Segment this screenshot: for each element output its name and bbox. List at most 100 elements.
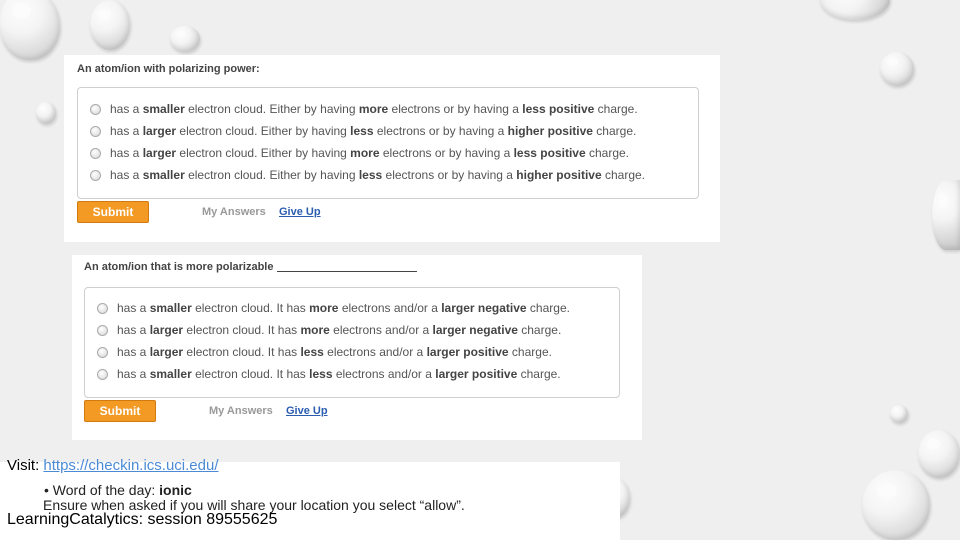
radio-button[interactable] [90, 147, 101, 159]
option-text: has a [117, 345, 150, 359]
radio-button[interactable] [90, 103, 101, 115]
question-2-give-up-link[interactable]: Give Up [286, 405, 328, 417]
question-2-panel: An atom/ion that is more polarizable has… [72, 255, 642, 440]
question-1-give-up-link[interactable]: Give Up [279, 206, 321, 218]
option-text: charge. [594, 102, 638, 116]
option-label: has a larger electron cloud. It has more… [117, 323, 561, 337]
water-drop-icon [880, 52, 914, 86]
option-text: electron cloud. It has [183, 323, 301, 337]
option-text: has a [110, 102, 143, 116]
radio-button[interactable] [97, 368, 108, 380]
option-label: has a smaller electron cloud. It has les… [117, 367, 561, 381]
option-emphasis: larger [149, 323, 184, 337]
option-text: has a [117, 323, 150, 337]
question-2-option-4[interactable]: has a smaller electron cloud. It has les… [97, 366, 561, 382]
option-text: electron cloud. Either by having [176, 124, 351, 138]
option-emphasis: more [309, 301, 339, 315]
option-text: has a [110, 168, 143, 182]
question-1-submit-button[interactable]: Submit [77, 201, 149, 223]
option-text: has a [110, 146, 143, 160]
water-drop-icon [932, 180, 960, 250]
question-1-option-4[interactable]: has a smaller electron cloud. Either by … [90, 167, 645, 183]
question-1-panel: An atom/ion with polarizing power: has a… [64, 55, 720, 242]
water-drop-icon [918, 430, 960, 478]
option-emphasis: less positive [522, 102, 595, 116]
option-emphasis: larger negative [432, 323, 518, 337]
option-text: electron cloud. Either by having [176, 146, 351, 160]
water-drop-icon [862, 470, 930, 540]
checkin-link[interactable]: https://checkin.ics.uci.edu/ [43, 457, 218, 474]
visit-line: Visit: https://checkin.ics.uci.edu/ [7, 457, 219, 474]
option-label: has a larger electron cloud. Either by h… [110, 124, 636, 138]
option-emphasis: smaller [142, 168, 185, 182]
question-2-option-3[interactable]: has a larger electron cloud. It has less… [97, 344, 552, 360]
word-of-day-bullet: • Word of the day: ionic [44, 482, 192, 498]
option-emphasis: less [309, 367, 333, 381]
water-drop-icon [170, 26, 200, 52]
question-2-my-answers-link[interactable]: My Answers [209, 405, 273, 417]
option-text: electron cloud. Either by having [184, 168, 359, 182]
option-text: has a [110, 124, 143, 138]
question-2-option-1[interactable]: has a smaller electron cloud. It has mor… [97, 300, 570, 316]
question-2-title-text: An atom/ion that is more polarizable [84, 261, 274, 273]
option-label: has a smaller electron cloud. It has mor… [117, 301, 570, 315]
question-1-option-1[interactable]: has a smaller electron cloud. Either by … [90, 101, 638, 117]
water-drop-icon [36, 102, 56, 124]
option-text: charge. [517, 323, 562, 337]
option-text: electrons and/or a [323, 345, 427, 359]
radio-button[interactable] [90, 125, 101, 137]
option-emphasis: smaller [142, 102, 185, 116]
question-2-submit-button[interactable]: Submit [84, 400, 156, 422]
question-2-option-2[interactable]: has a larger electron cloud. It has more… [97, 322, 561, 338]
option-text: charge. [517, 367, 561, 381]
option-text: electron cloud. It has [191, 367, 310, 381]
option-text: charge. [592, 124, 637, 138]
radio-button[interactable] [97, 302, 108, 314]
option-emphasis: larger [149, 345, 184, 359]
option-text: has a [117, 301, 150, 315]
option-emphasis: less positive [513, 146, 586, 160]
water-drop-icon [820, 0, 890, 20]
question-1-my-answers-link[interactable]: My Answers [202, 206, 266, 218]
visit-label: Visit: [7, 457, 44, 474]
option-emphasis: smaller [149, 301, 192, 315]
option-emphasis: larger [142, 124, 177, 138]
option-emphasis: larger positive [426, 345, 509, 359]
option-text: charge. [585, 146, 629, 160]
option-text: electron cloud. It has [191, 301, 310, 315]
option-text: electrons or by having a [373, 124, 508, 138]
option-emphasis: more [300, 323, 330, 337]
water-drop-icon [90, 0, 130, 50]
session-text: LearningCatalytics: session 89555625 [7, 511, 278, 528]
option-emphasis: higher positive [516, 168, 602, 182]
radio-button[interactable] [90, 169, 101, 181]
option-text: electrons and/or a [329, 323, 433, 337]
option-emphasis: less [358, 168, 383, 182]
word-of-day-value: ionic [159, 482, 192, 498]
option-emphasis: larger [142, 146, 177, 160]
option-text: electrons or by having a [388, 102, 523, 116]
option-label: has a larger electron cloud. Either by h… [110, 146, 629, 160]
option-text: charge. [526, 301, 570, 315]
option-text: electron cloud. Either by having [184, 102, 359, 116]
option-emphasis: smaller [149, 367, 192, 381]
word-of-day-label: • Word of the day: [44, 482, 160, 498]
option-label: has a smaller electron cloud. Either by … [110, 102, 638, 116]
question-2-options: has a smaller electron cloud. It has mor… [84, 287, 620, 398]
option-text: charge. [601, 168, 645, 182]
option-text: electron cloud. It has [183, 345, 301, 359]
option-emphasis: less [300, 345, 324, 359]
option-text: electrons and/or a [338, 301, 442, 315]
option-text: electrons and/or a [332, 367, 436, 381]
option-emphasis: more [350, 146, 380, 160]
option-emphasis: less [350, 124, 374, 138]
radio-button[interactable] [97, 346, 108, 358]
option-label: has a smaller electron cloud. Either by … [110, 168, 645, 182]
option-emphasis: larger negative [441, 301, 527, 315]
question-1-option-3[interactable]: has a larger electron cloud. Either by h… [90, 145, 629, 161]
question-2-title: An atom/ion that is more polarizable [84, 261, 418, 273]
answer-blank-line [277, 271, 418, 272]
question-1-option-2[interactable]: has a larger electron cloud. Either by h… [90, 123, 636, 139]
radio-button[interactable] [97, 324, 108, 336]
question-1-options: has a smaller electron cloud. Either by … [77, 87, 699, 199]
